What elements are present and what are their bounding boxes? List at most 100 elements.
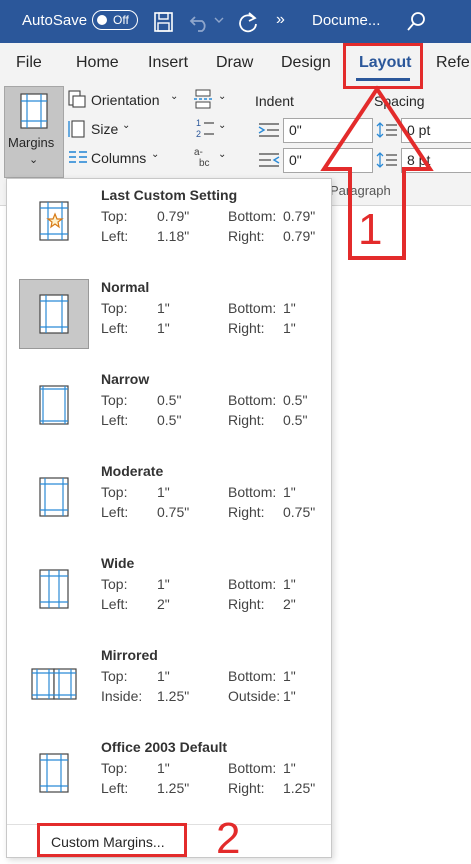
option-value: 1"	[283, 688, 296, 704]
more-commands-icon[interactable]: »	[276, 11, 285, 29]
document-title: Docume...	[312, 12, 381, 29]
size-button[interactable]: Size	[91, 121, 118, 137]
page-icon-wrapper	[19, 279, 89, 349]
option-value: 1.25"	[157, 780, 190, 796]
page-margins-icon	[31, 668, 77, 700]
chevron-down-icon: ⌄	[218, 149, 227, 160]
option-label: Right:	[228, 780, 265, 796]
option-label: Top:	[101, 208, 128, 224]
option-label: Left:	[101, 596, 129, 612]
line-numbers-icon[interactable]: 1 2	[195, 117, 215, 139]
page-margins-icon	[39, 569, 69, 609]
option-value: 1"	[283, 300, 296, 316]
indent-right-icon	[259, 153, 280, 167]
svg-text:1: 1	[196, 118, 201, 128]
option-value: 1"	[157, 760, 170, 776]
option-label: Bottom:	[228, 760, 277, 776]
page-margins-icon	[39, 294, 69, 334]
margin-option-narrow[interactable]: Narrow Top: 0.5" Bottom: 0.5" Left: 0.5"…	[7, 371, 331, 461]
chevron-down-icon: ⌄	[29, 154, 39, 166]
margin-option-last-custom[interactable]: Last Custom Setting Top: 0.79" Bottom: 0…	[7, 187, 331, 277]
margin-option-office-2003[interactable]: Office 2003 Default Top: 1" Bottom: 1" L…	[7, 739, 331, 829]
tab-design[interactable]: Design	[281, 54, 331, 72]
option-label: Right:	[228, 412, 265, 428]
margin-option-moderate[interactable]: Moderate Top: 1" Bottom: 1" Left: 0.75" …	[7, 463, 331, 553]
margins-dropdown: Last Custom Setting Top: 0.79" Bottom: 0…	[6, 178, 332, 858]
page-margins-icon	[39, 385, 69, 425]
option-value: 1"	[283, 576, 296, 592]
option-label: Left:	[101, 228, 129, 244]
size-icon	[68, 120, 85, 138]
margin-option-mirrored[interactable]: Mirrored Top: 1" Bottom: 1" Inside: 1.25…	[7, 647, 331, 737]
option-label: Outside:	[228, 688, 281, 704]
page-icon-wrapper	[19, 743, 89, 813]
option-label: Top:	[101, 484, 128, 500]
page-icon-wrapper	[19, 651, 89, 721]
indent-label: Indent	[255, 93, 294, 109]
columns-button[interactable]: Columns	[91, 150, 146, 166]
option-value: 1"	[157, 484, 170, 500]
option-value: 0.79"	[283, 208, 316, 224]
option-label: Right:	[228, 320, 265, 336]
tab-insert[interactable]: Insert	[148, 54, 188, 72]
page-icon-wrapper	[19, 375, 89, 445]
option-name: Last Custom Setting	[101, 187, 238, 203]
breaks-icon[interactable]	[193, 89, 215, 109]
option-value: 1"	[283, 320, 296, 336]
custom-margins-highlight	[37, 823, 187, 857]
step-1-number: 1	[358, 205, 383, 254]
orientation-button[interactable]: Orientation	[91, 92, 159, 108]
page-margins-icon	[39, 477, 69, 517]
title-bar: AutoSave Off » Docume...	[0, 0, 471, 43]
tab-references[interactable]: Refe	[436, 54, 470, 72]
tab-file[interactable]: File	[16, 54, 42, 72]
margin-option-wide[interactable]: Wide Top: 1" Bottom: 1" Left: 2" Right: …	[7, 555, 331, 645]
option-label: Left:	[101, 320, 129, 336]
orientation-icon	[68, 90, 86, 108]
save-icon[interactable]	[153, 11, 175, 33]
option-label: Right:	[228, 228, 265, 244]
option-label: Bottom:	[228, 668, 277, 684]
option-value: 0.5"	[283, 392, 308, 408]
columns-icon	[69, 151, 87, 163]
page-icon-wrapper	[19, 467, 89, 537]
option-label: Bottom:	[228, 484, 277, 500]
option-label: Top:	[101, 300, 128, 316]
tab-home[interactable]: Home	[76, 54, 119, 72]
option-name: Normal	[101, 279, 150, 295]
option-label: Inside:	[101, 688, 143, 704]
layout-tab-highlight	[343, 43, 423, 89]
undo-icon[interactable]	[188, 11, 212, 33]
indent-left-icon	[258, 123, 279, 137]
tab-draw[interactable]: Draw	[216, 54, 253, 72]
autosave-toggle[interactable]: Off	[92, 10, 138, 30]
option-value: 1"	[157, 300, 170, 316]
option-label: Bottom:	[228, 208, 277, 224]
svg-text:2: 2	[196, 129, 201, 139]
autosave-label: AutoSave	[22, 12, 88, 29]
option-value: 1.25"	[157, 688, 190, 704]
chevron-down-icon: ⌄	[218, 120, 227, 131]
margins-button[interactable]: Margins ⌄	[4, 86, 64, 178]
option-value: 0.5"	[157, 392, 182, 408]
autosave-state: Off	[113, 13, 129, 27]
option-label: Bottom:	[228, 392, 277, 408]
option-value: 1"	[157, 668, 170, 684]
option-label: Top:	[101, 668, 128, 684]
page-margins-icon	[39, 201, 69, 241]
chevron-down-icon: ⌄	[170, 91, 179, 102]
margin-option-normal[interactable]: Normal Top: 1" Bottom: 1" Left: 1" Right…	[7, 279, 331, 369]
option-label: Left:	[101, 780, 129, 796]
option-value: 1"	[157, 576, 170, 592]
chevron-down-icon: ⌄	[218, 91, 227, 102]
undo-dropdown-icon[interactable]	[214, 17, 224, 25]
option-label: Bottom:	[228, 300, 277, 316]
hyphenation-icon[interactable]: a- bc	[193, 146, 215, 168]
search-icon[interactable]	[406, 10, 428, 32]
page-icon-wrapper	[19, 559, 89, 629]
option-value: 1"	[157, 320, 170, 336]
step-2-number: 2	[216, 814, 241, 863]
option-value: 1"	[283, 668, 296, 684]
option-label: Left:	[101, 412, 129, 428]
redo-icon[interactable]	[236, 10, 260, 34]
